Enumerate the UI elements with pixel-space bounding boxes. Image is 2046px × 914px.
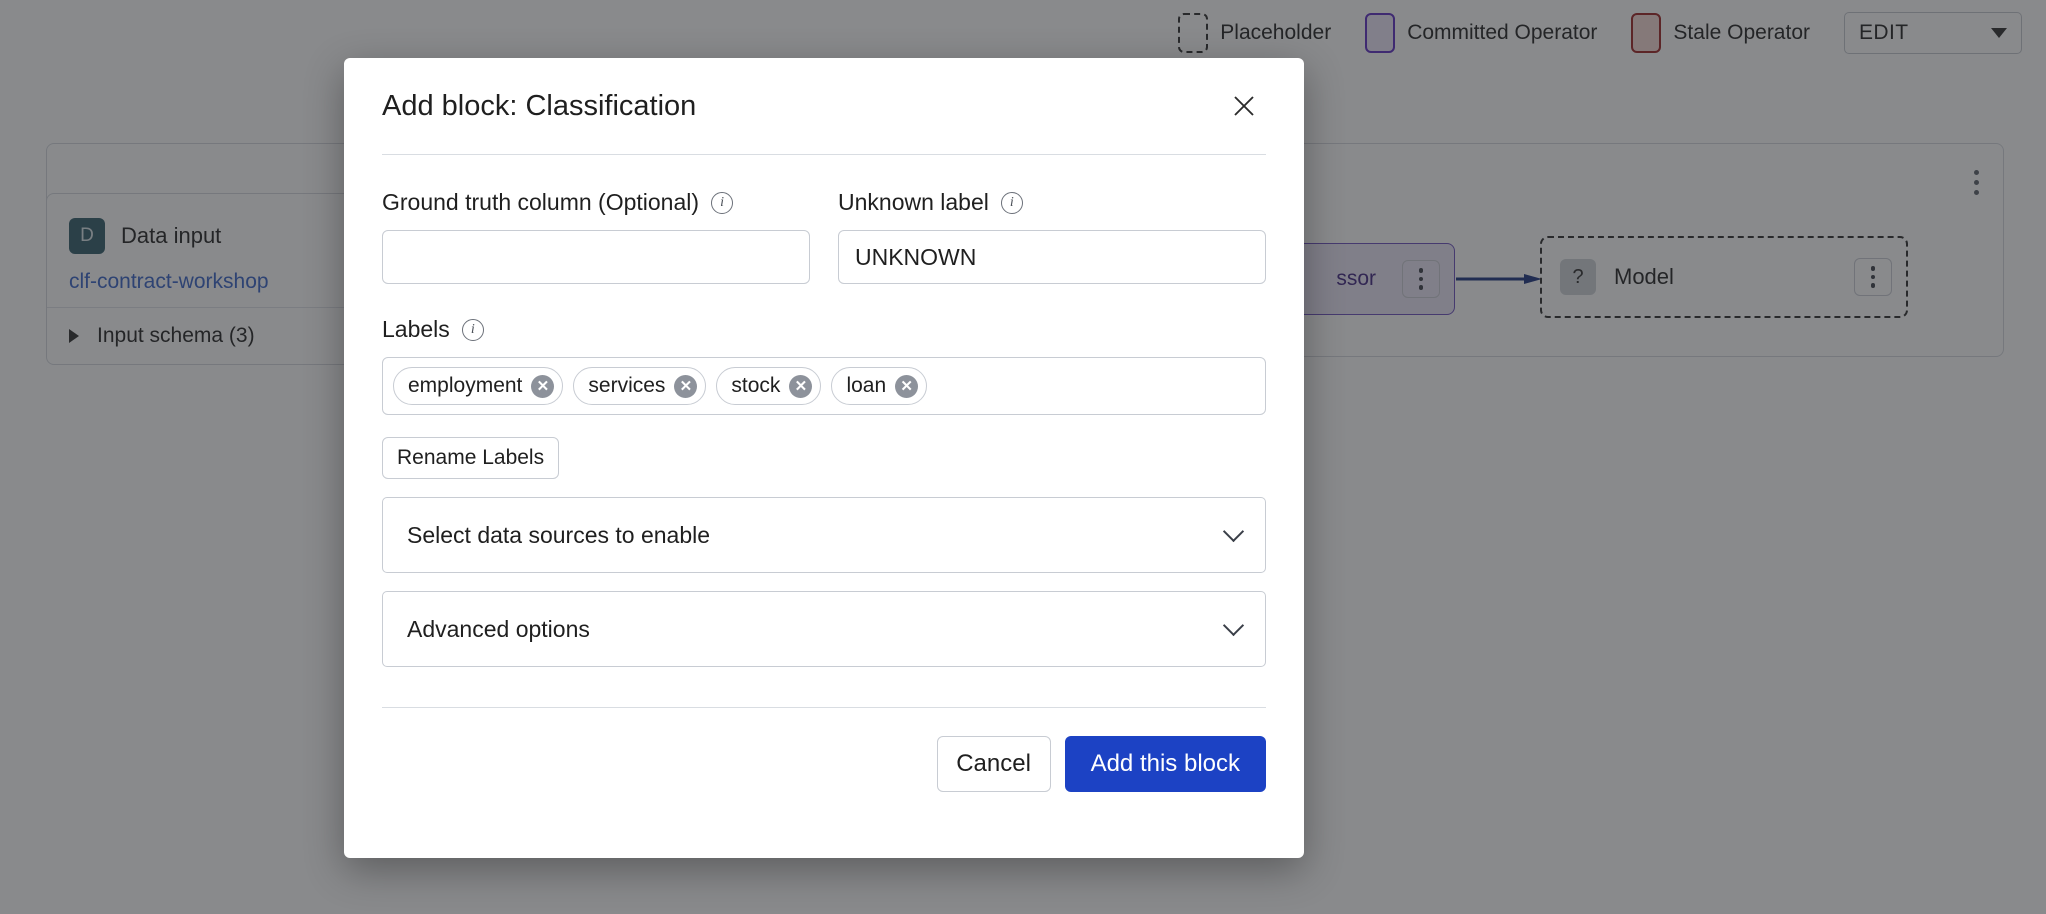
add-this-block-button[interactable]: Add this block xyxy=(1064,736,1266,792)
label-chip[interactable]: stock ✕ xyxy=(716,367,822,405)
remove-label-icon[interactable]: ✕ xyxy=(895,374,919,398)
label-chip-text: employment xyxy=(408,374,523,397)
chevron-down-icon xyxy=(1222,520,1245,543)
unknown-label-label-row: Unknown label i xyxy=(838,189,1266,216)
dialog-form: Ground truth column (Optional) i Unknown… xyxy=(382,155,1266,792)
label-chip-text: stock xyxy=(731,374,781,397)
ground-truth-field-group: Ground truth column (Optional) i xyxy=(382,189,810,284)
remove-label-icon[interactable]: ✕ xyxy=(531,374,555,398)
labels-label-row: Labels i xyxy=(382,316,1266,343)
ground-truth-label: Ground truth column (Optional) xyxy=(382,189,700,215)
remove-label-icon[interactable]: ✕ xyxy=(789,374,813,398)
accordion-title: Advanced options xyxy=(407,615,590,642)
close-icon xyxy=(1234,96,1254,116)
label-chip[interactable]: services ✕ xyxy=(573,367,707,405)
label-chip-text: services xyxy=(588,374,666,397)
unknown-label-input[interactable] xyxy=(838,230,1266,284)
label-chip[interactable]: loan ✕ xyxy=(831,367,928,405)
labels-label: Labels xyxy=(382,316,450,342)
label-chip[interactable]: employment ✕ xyxy=(393,367,564,405)
dialog-title: Add block: Classification xyxy=(382,89,697,122)
close-dialog-button[interactable] xyxy=(1222,84,1266,128)
info-icon[interactable]: i xyxy=(1000,191,1023,214)
ground-truth-column-input[interactable] xyxy=(382,230,810,284)
accordion-title: Select data sources to enable xyxy=(407,521,711,548)
unknown-label-label: Unknown label xyxy=(838,189,989,215)
remove-label-icon[interactable]: ✕ xyxy=(674,374,698,398)
accordion-advanced-options[interactable]: Advanced options xyxy=(382,591,1266,667)
cancel-button[interactable]: Cancel xyxy=(936,736,1051,792)
labels-field-group: Labels i employment ✕ services ✕ stock ✕ loan ✕ xyxy=(382,316,1266,415)
dialog-footer: Cancel Add this block xyxy=(382,708,1266,792)
accordion-select-data-sources[interactable]: Select data sources to enable xyxy=(382,497,1266,573)
labels-chips-input[interactable]: employment ✕ services ✕ stock ✕ loan ✕ xyxy=(382,357,1266,415)
info-icon[interactable]: i xyxy=(461,318,484,341)
info-icon[interactable]: i xyxy=(711,191,734,214)
top-fields-row: Ground truth column (Optional) i Unknown… xyxy=(382,189,1266,284)
dialog-header: Add block: Classification xyxy=(382,58,1266,154)
add-block-classification-dialog: Add block: Classification Ground truth c… xyxy=(344,58,1304,858)
unknown-label-field-group: Unknown label i xyxy=(838,189,1266,284)
rename-labels-button[interactable]: Rename Labels xyxy=(382,437,560,479)
chevron-down-icon xyxy=(1222,614,1245,637)
ground-truth-label-row: Ground truth column (Optional) i xyxy=(382,189,810,216)
label-chip-text: loan xyxy=(846,374,887,397)
